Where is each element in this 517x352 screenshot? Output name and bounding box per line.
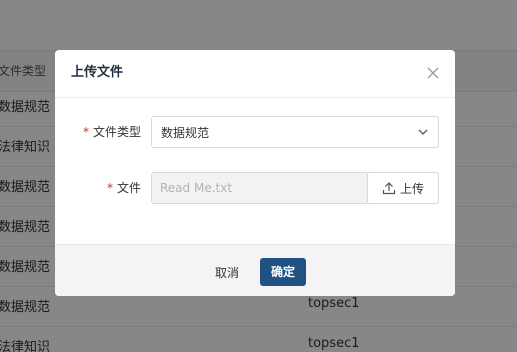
chevron-down-icon xyxy=(418,129,428,135)
upload-file-dialog: 上传文件 *文件类型 数据规范 *文件 上传 取消 确定 xyxy=(55,50,455,296)
upload-button-label: 上传 xyxy=(400,182,425,196)
file-type-selected-value: 数据规范 xyxy=(161,126,210,140)
ok-button[interactable]: 确定 xyxy=(260,258,306,286)
file-type-label-text: 文件类型 xyxy=(92,125,141,139)
dialog-title: 上传文件 xyxy=(71,65,124,80)
dialog-header: 上传文件 xyxy=(55,50,455,98)
upload-icon xyxy=(382,182,396,195)
file-type-row: * 文件类型 数据规范 xyxy=(55,116,455,148)
required-mark: * xyxy=(106,181,113,195)
file-label: * 文件 xyxy=(107,179,141,196)
dialog-footer: 取消 确定 xyxy=(55,244,455,296)
close-icon[interactable] xyxy=(425,65,441,81)
upload-button[interactable]: 上传 xyxy=(367,172,439,204)
required-mark: * xyxy=(82,125,89,139)
file-type-label: * 文件类型 xyxy=(83,123,141,140)
file-name-input xyxy=(152,173,368,203)
file-label-text: 文件 xyxy=(116,181,141,195)
file-type-select[interactable]: 数据规范 xyxy=(151,116,439,148)
file-name-field xyxy=(151,172,369,204)
cancel-button[interactable]: 取消 xyxy=(207,259,247,287)
file-row: *文件 上传 xyxy=(55,172,455,204)
